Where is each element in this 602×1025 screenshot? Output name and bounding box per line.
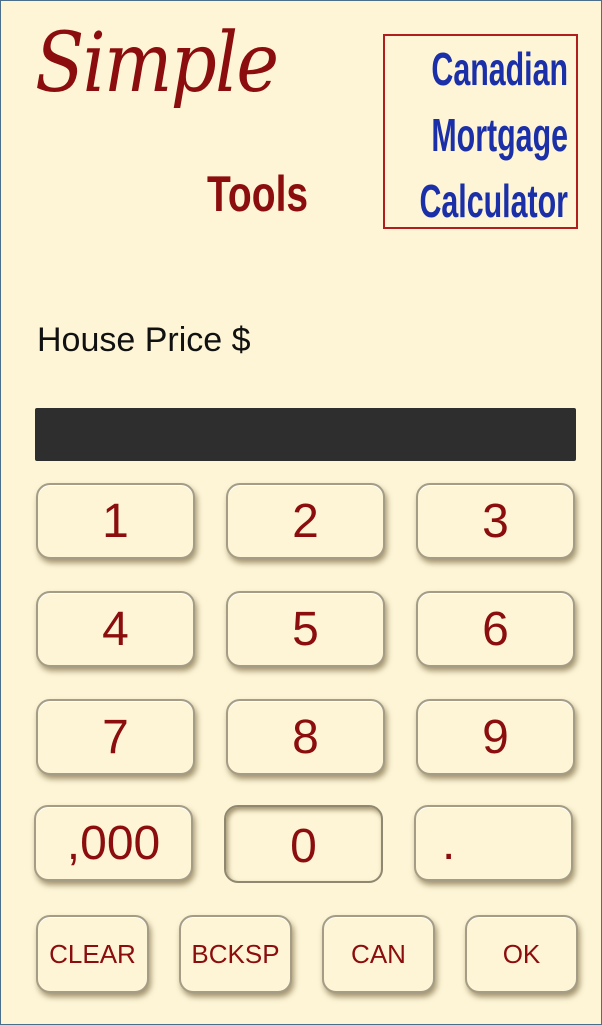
title-line-mortgage: Mortgage bbox=[431, 109, 568, 161]
logo-simple-text: Simple bbox=[35, 16, 279, 111]
house-price-label: House Price $ bbox=[37, 321, 251, 359]
calculator-screen: Simple Tools Canadian Mortgage Calculato… bbox=[0, 0, 602, 1025]
ok-button[interactable]: OK bbox=[465, 915, 578, 993]
house-price-display[interactable] bbox=[35, 408, 576, 461]
key-thousands[interactable]: ,000 bbox=[34, 805, 193, 881]
backspace-button[interactable]: BCKSP bbox=[179, 915, 292, 993]
key-7[interactable]: 7 bbox=[36, 699, 195, 775]
app-title-box: Canadian Mortgage Calculator bbox=[383, 34, 578, 229]
key-8[interactable]: 8 bbox=[226, 699, 385, 775]
cancel-button[interactable]: CAN bbox=[322, 915, 435, 993]
key-decimal[interactable]: . bbox=[414, 805, 573, 881]
key-2[interactable]: 2 bbox=[226, 483, 385, 559]
key-9[interactable]: 9 bbox=[416, 699, 575, 775]
title-line-canadian: Canadian bbox=[431, 43, 568, 95]
key-5[interactable]: 5 bbox=[226, 591, 385, 667]
logo-tools-text: Tools bbox=[207, 166, 309, 222]
clear-button[interactable]: CLEAR bbox=[36, 915, 149, 993]
key-0[interactable]: 0 bbox=[224, 805, 383, 883]
key-1[interactable]: 1 bbox=[36, 483, 195, 559]
title-line-calculator: Calculator bbox=[419, 175, 568, 227]
key-6[interactable]: 6 bbox=[416, 591, 575, 667]
key-4[interactable]: 4 bbox=[36, 591, 195, 667]
key-3[interactable]: 3 bbox=[416, 483, 575, 559]
